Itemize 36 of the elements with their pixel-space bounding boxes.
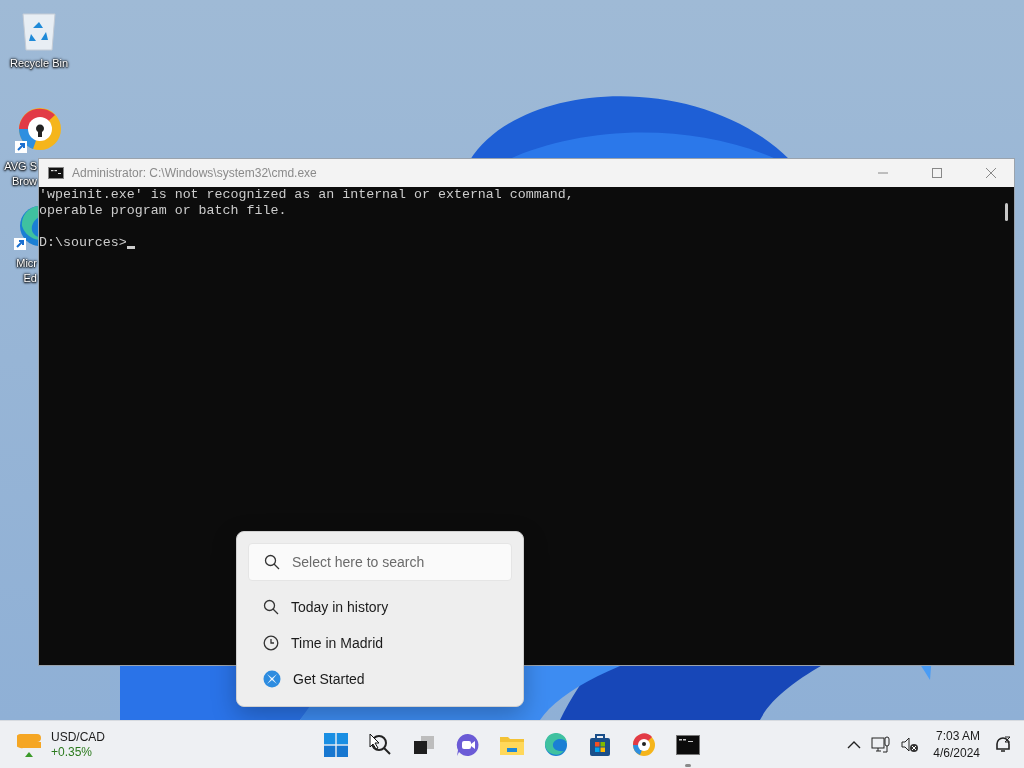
search-suggestion[interactable]: Today in history [248,589,512,625]
terminal-icon [676,735,700,755]
folder-icon [499,734,525,756]
desktop-icon-label[interactable]: Ed [23,271,37,286]
store-icon [589,733,611,757]
maximize-icon [932,168,942,178]
window-title: Administrator: C:\Windows\system32\cmd.exe [72,166,318,180]
desktop-icon-label[interactable]: Micr [16,256,37,271]
text-cursor [126,246,135,249]
search-field[interactable]: Select here to search [248,543,512,581]
start-icon [324,733,348,757]
console-output: operable program or batch file. [39,203,288,219]
search-suggestion[interactable]: Time in Madrid [248,625,512,661]
video-chat-icon [456,733,480,757]
desktop-icon-label[interactable]: Recycle Bin [9,56,69,71]
search-suggestion[interactable]: Get Started [248,661,512,697]
clock-icon [263,635,279,651]
clock[interactable]: 7:03 AM 4/6/2024 [927,727,986,762]
search-icon [264,554,280,570]
desktop-icon-label[interactable]: AVG S [4,159,37,174]
browser-icon [544,733,568,757]
recycle-bin-icon[interactable] [19,10,59,52]
desktop-icon-label[interactable]: Brow [11,174,37,189]
browser-icon [632,733,656,757]
console-output: 'wpeinit.exe' is not recognized as an internal or external command, [39,187,575,203]
browser-shortcut-icon[interactable] [15,107,63,155]
app-icon [263,670,281,688]
command-prompt: D:\sources> [39,235,127,251]
search-icon [368,733,392,757]
console-icon [48,167,64,179]
close-icon [986,168,996,178]
scrollbar-thumb[interactable] [1004,203,1008,221]
widget-title: USD/CAD [51,729,105,745]
task-view-icon [413,735,435,755]
widget-change: +0.35% [51,744,94,760]
search-icon [263,599,279,615]
